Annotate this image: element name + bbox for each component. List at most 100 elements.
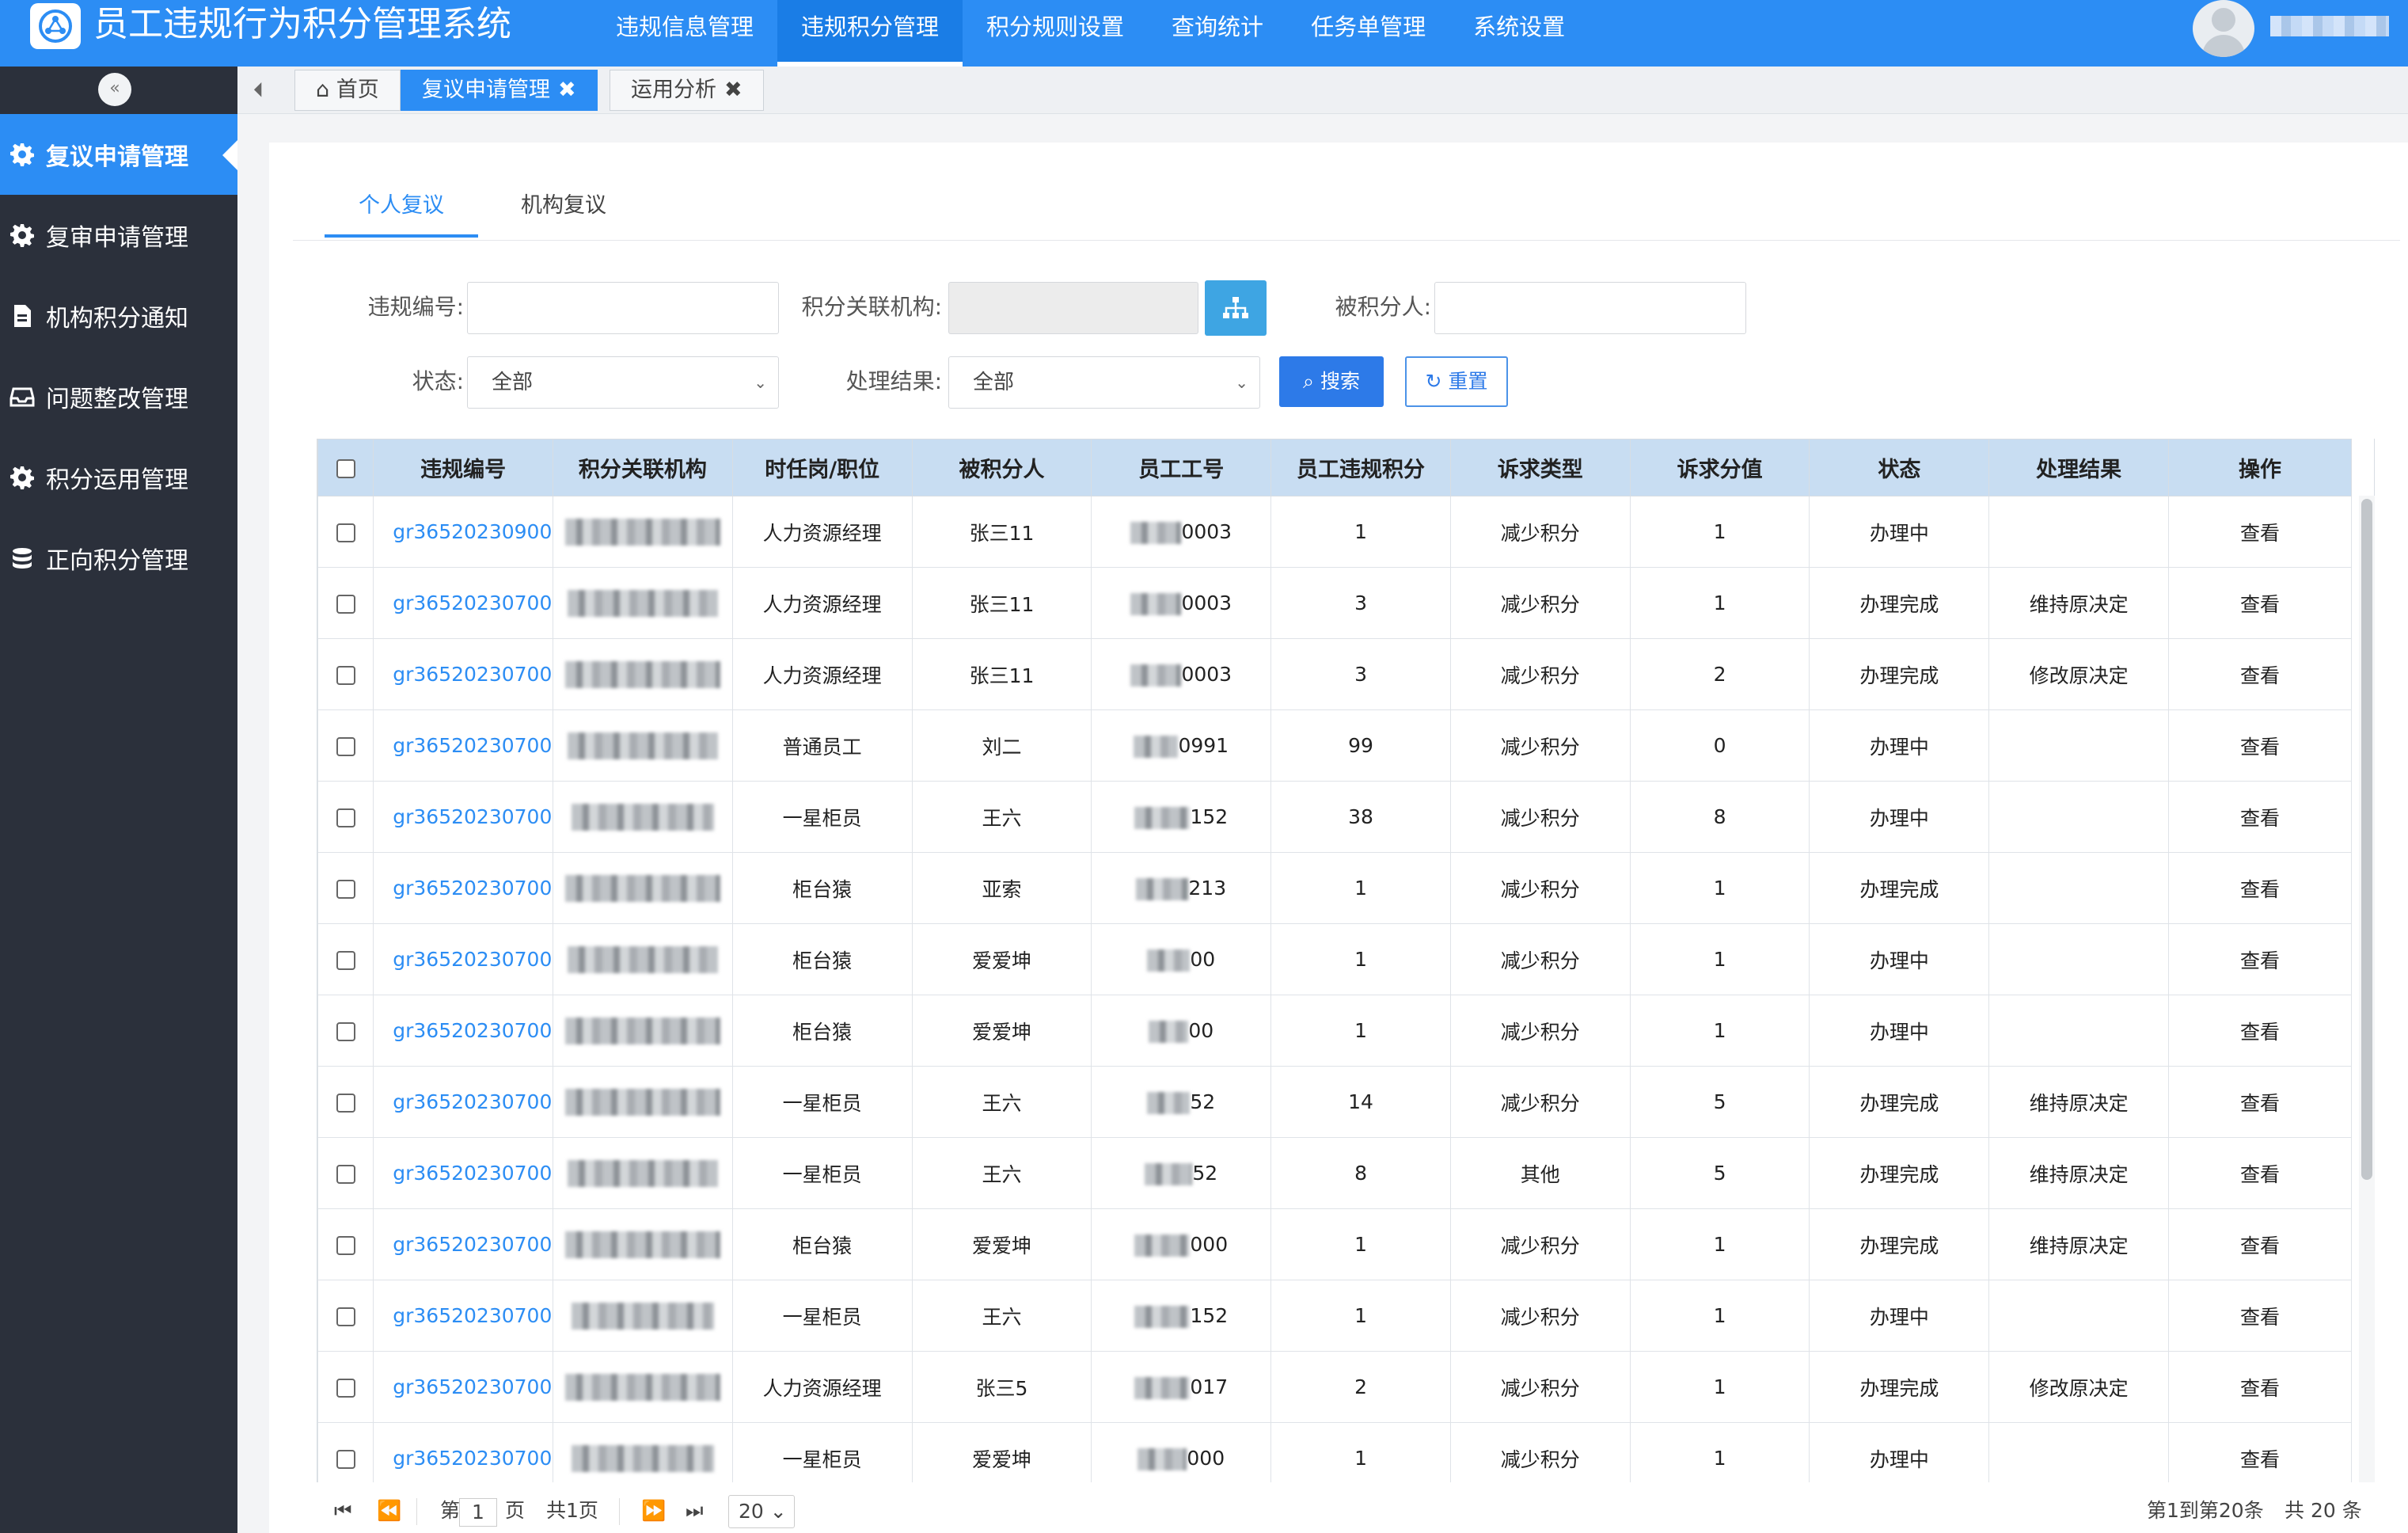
- row-checkbox[interactable]: [336, 880, 355, 899]
- table-row[interactable]: gr365202309002 人力资源经理 张三11 0003 1 减少积分 1 办理中 查看: [317, 496, 2352, 568]
- row-select-cell[interactable]: [317, 852, 374, 924]
- vertical-scrollbar[interactable]: [2359, 496, 2375, 1482]
- row-checkbox[interactable]: [336, 523, 355, 542]
- view-link[interactable]: 查看: [2168, 567, 2352, 639]
- subtab-org-review[interactable]: 机构复议: [499, 190, 629, 238]
- close-icon[interactable]: ✖: [558, 78, 576, 102]
- row-checkbox[interactable]: [336, 951, 355, 970]
- violation-no-link[interactable]: gr365202307005: [373, 781, 554, 853]
- row-checkbox[interactable]: [336, 1165, 355, 1184]
- row-checkbox[interactable]: [336, 595, 355, 614]
- col-claim-value[interactable]: 诉求分值: [1629, 439, 1810, 496]
- scrollbar-thumb[interactable]: [2361, 499, 2372, 1180]
- row-select-cell[interactable]: [317, 638, 374, 710]
- row-select-cell[interactable]: [317, 1066, 374, 1138]
- violation-no-link[interactable]: gr365202307006: [373, 638, 554, 710]
- person-input[interactable]: [1434, 282, 1746, 334]
- view-link[interactable]: 查看: [2168, 1208, 2352, 1280]
- last-page-icon[interactable]: ⏭: [686, 1498, 704, 1523]
- select-all-cell[interactable]: [317, 439, 374, 496]
- sidebar-item-review-apply[interactable]: 复议申请管理: [0, 114, 238, 195]
- row-select-cell[interactable]: [317, 496, 374, 568]
- col-action[interactable]: 操作: [2168, 439, 2352, 496]
- sidebar-item-issue-rectify[interactable]: 问题整改管理: [0, 356, 237, 437]
- tab-usage-analysis[interactable]: 运用分析 ✖: [610, 70, 764, 111]
- row-select-cell[interactable]: [317, 1351, 374, 1423]
- double-chevron-left-icon[interactable]: «: [98, 73, 131, 106]
- view-link[interactable]: 查看: [2168, 781, 2352, 853]
- result-select[interactable]: 全部 ⌄: [948, 356, 1260, 409]
- subtab-personal-review[interactable]: 个人复议: [325, 190, 478, 238]
- violation-no-link[interactable]: gr365202307003: [373, 1422, 554, 1482]
- row-checkbox[interactable]: [336, 1307, 355, 1326]
- view-link[interactable]: 查看: [2168, 638, 2352, 710]
- col-org[interactable]: 积分关联机构: [553, 439, 733, 496]
- table-row[interactable]: gr365202307005 一星柜员 王六 152 38 减少积分 8 办理中 查看: [317, 781, 2352, 853]
- row-checkbox[interactable]: [336, 1022, 355, 1041]
- violation-no-link[interactable]: gr365202307004: [373, 1137, 554, 1209]
- violation-no-link[interactable]: gr365202307005: [373, 852, 554, 924]
- table-row[interactable]: gr365202307005 柜台猿 爱爱坤 00 1 减少积分 1 办理中 查看: [317, 995, 2352, 1067]
- table-row[interactable]: gr365202307003 一星柜员 爱爱坤 000 1 减少积分 1 办理中 查看: [317, 1422, 2352, 1482]
- violation-no-link[interactable]: gr365202307006: [373, 567, 554, 639]
- col-person[interactable]: 被积分人: [911, 439, 1092, 496]
- row-select-cell[interactable]: [317, 923, 374, 995]
- row-select-cell[interactable]: [317, 995, 374, 1067]
- next-page-icon[interactable]: ⏩: [641, 1498, 666, 1523]
- violation-no-input[interactable]: [467, 282, 779, 334]
- user-name-redacted[interactable]: [2270, 16, 2389, 36]
- view-link[interactable]: 查看: [2168, 1422, 2352, 1482]
- table-row[interactable]: gr365202307005 普通员工 刘二 0991 99 减少积分 0 办理中 查看: [317, 709, 2352, 782]
- row-checkbox[interactable]: [336, 1450, 355, 1469]
- org-input[interactable]: [948, 282, 1198, 334]
- view-link[interactable]: 查看: [2168, 852, 2352, 924]
- view-link[interactable]: 查看: [2168, 709, 2352, 782]
- view-link[interactable]: 查看: [2168, 1280, 2352, 1352]
- tab-review-apply[interactable]: 复议申请管理 ✖: [401, 70, 598, 111]
- row-checkbox[interactable]: [336, 1094, 355, 1113]
- col-status[interactable]: 状态: [1809, 439, 1990, 496]
- nav-item-score-rules[interactable]: 积分规则设置: [963, 0, 1148, 67]
- reset-button[interactable]: ↻ 重置: [1405, 356, 1508, 407]
- tab-scroll-left-icon[interactable]: ⏴: [253, 76, 277, 105]
- nav-item-violation-info[interactable]: 违规信息管理: [592, 0, 777, 67]
- sidebar-item-score-usage[interactable]: 积分运用管理: [0, 437, 237, 518]
- col-violation-no[interactable]: 违规编号: [373, 439, 554, 496]
- tab-home[interactable]: ⌂ 首页: [294, 70, 401, 111]
- col-claim-type[interactable]: 诉求类型: [1449, 439, 1631, 496]
- violation-no-link[interactable]: gr365202307005: [373, 709, 554, 782]
- nav-item-query-stats[interactable]: 查询统计: [1148, 0, 1287, 67]
- row-checkbox[interactable]: [336, 1236, 355, 1255]
- violation-no-link[interactable]: gr365202307005: [373, 995, 554, 1067]
- search-button[interactable]: ⌕ 搜索: [1279, 356, 1384, 407]
- avatar-icon[interactable]: [2193, 0, 2254, 57]
- violation-no-link[interactable]: gr365202307005: [373, 923, 554, 995]
- violation-no-link[interactable]: gr365202307004: [373, 1208, 554, 1280]
- table-row[interactable]: gr365202307004 一星柜员 王六 52 8 其他 5 办理完成 维持原决定 查看: [317, 1137, 2352, 1209]
- nav-item-violation-score[interactable]: 违规积分管理: [777, 0, 963, 67]
- close-icon[interactable]: ✖: [724, 78, 743, 102]
- row-select-cell[interactable]: [317, 567, 374, 639]
- sidebar-item-recheck-apply[interactable]: 复审申请管理: [0, 195, 237, 276]
- nav-item-task-orders[interactable]: 任务单管理: [1287, 0, 1449, 67]
- table-row[interactable]: gr365202307006 人力资源经理 张三11 0003 3 减少积分 1 办理完成 维持…: [317, 567, 2352, 639]
- row-checkbox[interactable]: [336, 808, 355, 827]
- view-link[interactable]: 查看: [2168, 1137, 2352, 1209]
- violation-no-link[interactable]: gr365202307004: [373, 1351, 554, 1423]
- sidebar-item-org-score-notice[interactable]: 机构积分通知: [0, 276, 237, 356]
- table-row[interactable]: gr365202307005 一星柜员 王六 52 14 减少积分 5 办理完成 维持原决定 查看: [317, 1066, 2352, 1138]
- view-link[interactable]: 查看: [2168, 496, 2352, 568]
- table-row[interactable]: gr365202307006 人力资源经理 张三11 0003 3 减少积分 2 办理完成 修改…: [317, 638, 2352, 710]
- row-select-cell[interactable]: [317, 1137, 374, 1209]
- col-position[interactable]: 时任岗/职位: [731, 439, 913, 496]
- table-row[interactable]: gr365202307005 柜台猿 亚索 213 1 减少积分 1 办理完成 查看: [317, 852, 2352, 924]
- row-select-cell[interactable]: [317, 1422, 374, 1482]
- view-link[interactable]: 查看: [2168, 995, 2352, 1067]
- table-row[interactable]: gr365202307004 柜台猿 爱爱坤 000 1 减少积分 1 办理完成 维持原决定 查看: [317, 1208, 2352, 1280]
- page-number-input[interactable]: 1: [459, 1498, 497, 1527]
- row-checkbox[interactable]: [336, 737, 355, 756]
- row-checkbox[interactable]: [336, 666, 355, 685]
- page-size-select[interactable]: 20 ⌄: [728, 1495, 795, 1528]
- col-score[interactable]: 员工违规积分: [1270, 439, 1451, 496]
- row-checkbox[interactable]: [336, 1379, 355, 1398]
